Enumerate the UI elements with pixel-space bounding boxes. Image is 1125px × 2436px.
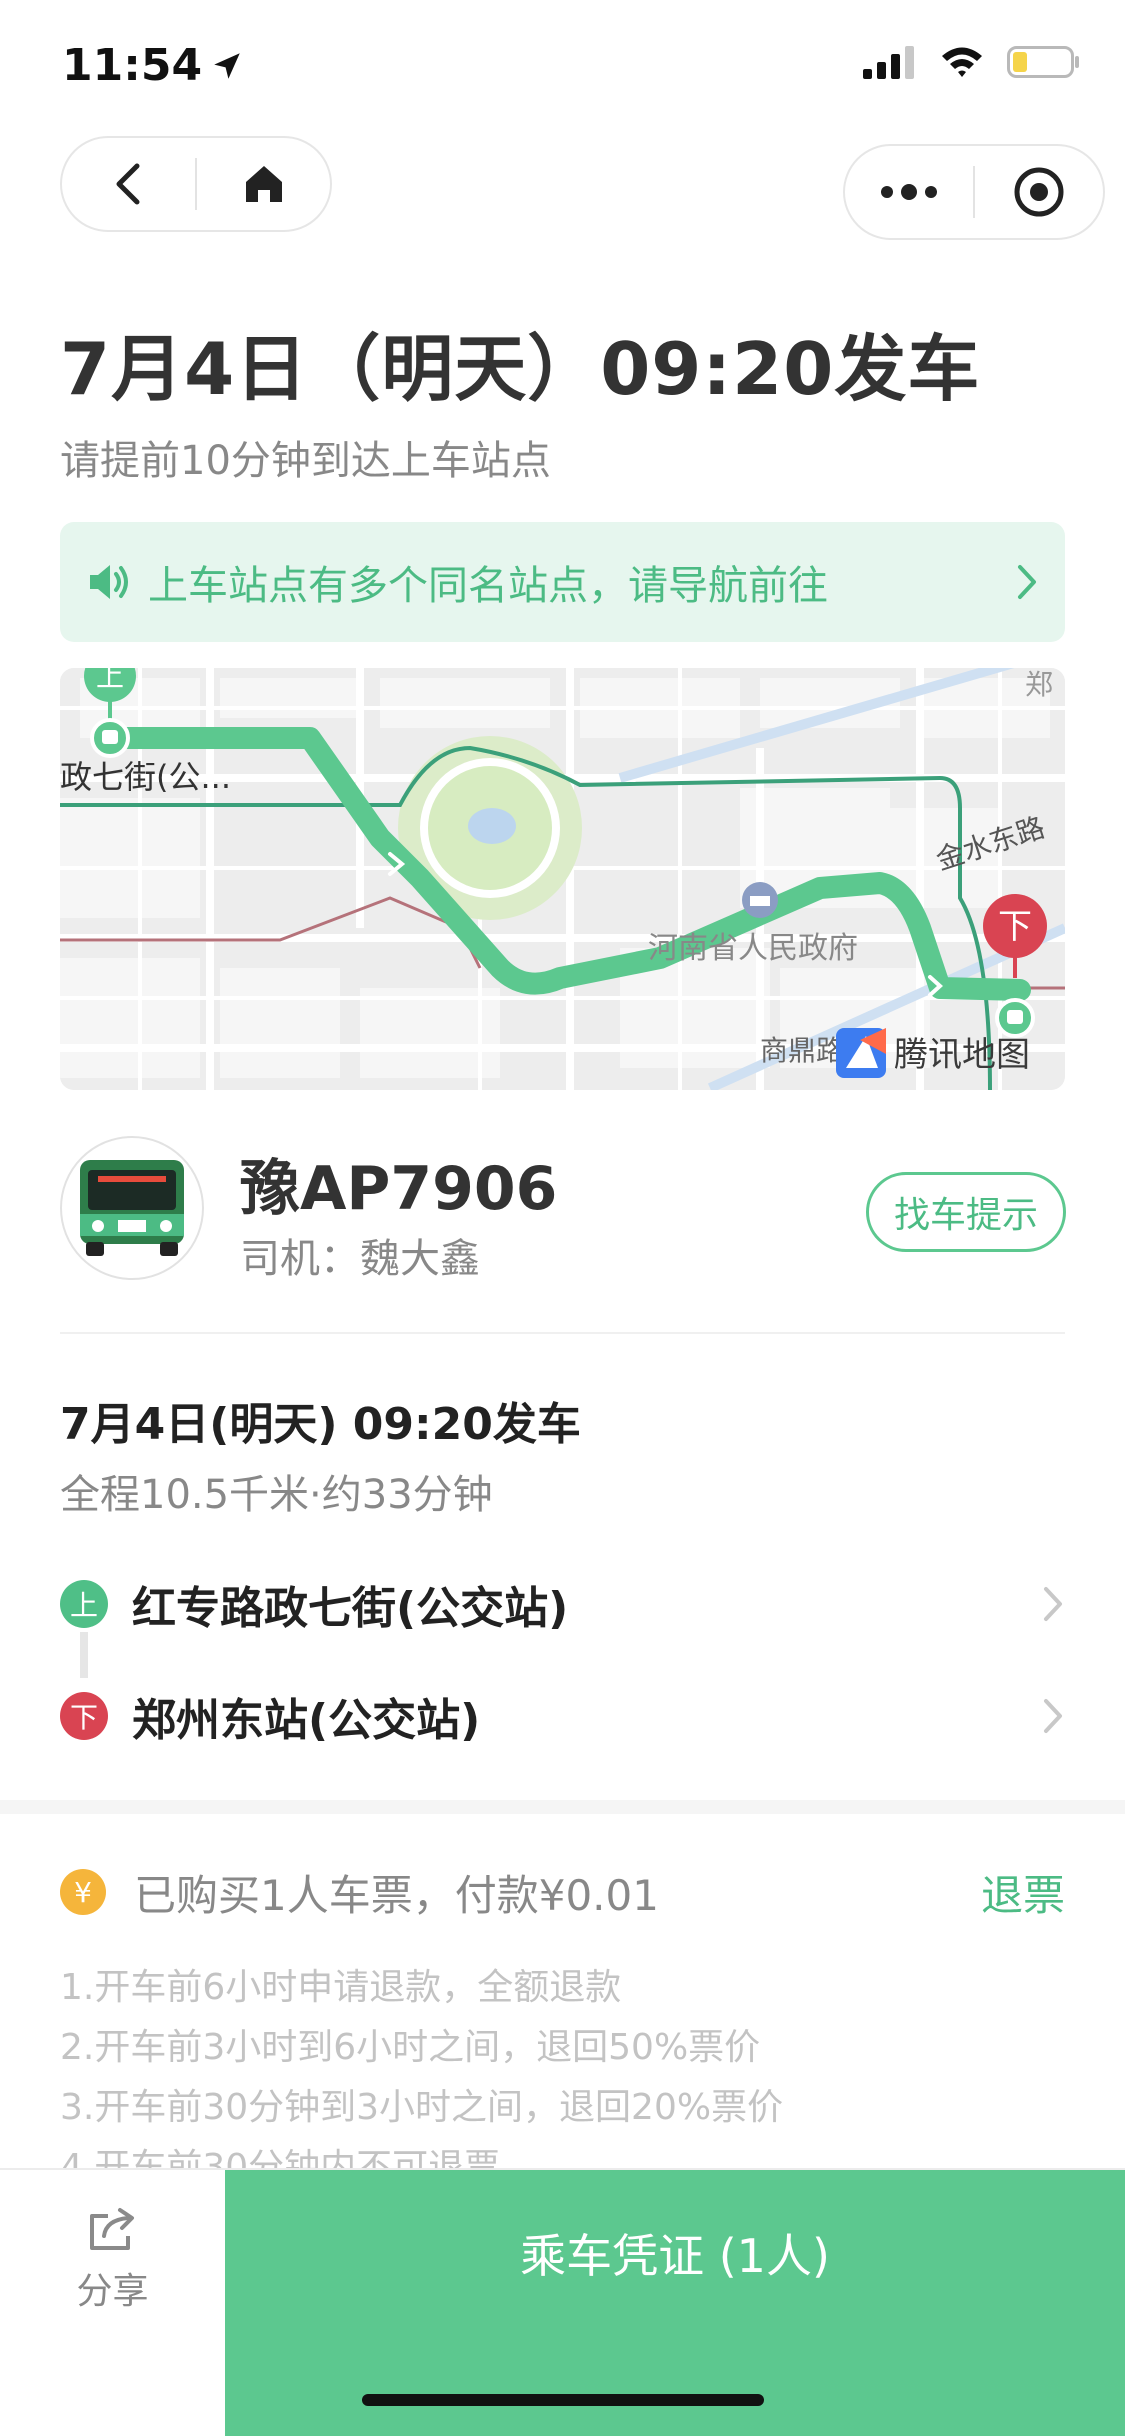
home-indicator [362, 2394, 764, 2406]
boarding-badge: 上 [60, 1580, 108, 1628]
more-button[interactable] [845, 146, 973, 238]
trip-info: 全程10.5千米·约33分钟 [60, 1472, 493, 1518]
chevron-left-icon [116, 163, 139, 205]
refund-rule: 3.开车前30分钟到3小时之间，退回20%票价 [60, 2087, 784, 2128]
bus-avatar [60, 1136, 204, 1280]
home-icon [245, 166, 282, 202]
refund-rule: 1.开车前6小时申请退款，全额退款 [60, 1967, 622, 2008]
map-label-gov: 河南省人民政府 [648, 931, 858, 966]
status-time: 11:54 [62, 40, 244, 91]
route-map-canvas: 政七街(公... 金水东路 河南省人民政府 商鼎路 郑 下 上 腾讯地图 [60, 668, 1065, 1090]
nav-capsule-left [60, 136, 332, 232]
share-button[interactable]: 分享 [0, 2170, 225, 2436]
trip-date: 7月4日(明天) 09:20发车 [60, 1399, 581, 1450]
payment-summary: 已购买1人车票，付款¥0.01 [134, 1870, 659, 1920]
nav-capsule-right [843, 144, 1105, 240]
share-label: 分享 [76, 2271, 149, 2312]
refund-rule: 4.开车前30分钟内不可退票 [60, 2147, 501, 2168]
notice-text: 上车站点有多个同名站点，请导航前往 [148, 563, 828, 609]
signal-icon [863, 46, 914, 79]
stop-connector [80, 1632, 88, 1678]
status-icons [863, 44, 1081, 80]
alighting-stop[interactable]: 下 郑州东站(公交站) [60, 1676, 1065, 1756]
map-label-corner: 郑 [1025, 668, 1053, 701]
bus-icon [80, 1160, 184, 1256]
refund-rules: 1.开车前6小时申请退款，全额退款 2.开车前3小时到6小时之间，退回50%票价… [60, 1958, 1065, 2168]
wifi-icon [942, 47, 982, 77]
more-dots-icon [881, 184, 937, 200]
section-divider [0, 1800, 1125, 1814]
map-off-marker-label: 下 [998, 907, 1032, 947]
home-button[interactable] [197, 138, 330, 230]
alighting-stop-name: 郑州东站(公交站) [132, 1695, 481, 1746]
share-icon [89, 2208, 134, 2250]
location-arrow-icon [214, 52, 240, 79]
boarding-stop-name: 红专路政七街(公交站) [132, 1583, 569, 1634]
alighting-badge: 下 [60, 1692, 108, 1740]
map-on-marker-label: 上 [96, 668, 124, 693]
route-map[interactable]: 政七街(公... 金水东路 河南省人民政府 商鼎路 郑 下 上 腾讯地图 [60, 668, 1065, 1090]
page-title: 7月4日（明天）09:20发车 [60, 327, 981, 411]
license-plate: 豫AP7906 [240, 1154, 558, 1224]
refund-rule: 2.开车前3小时到6小时之间，退回50%票价 [60, 2027, 761, 2068]
payment-row: ¥ 已购买1人车票，付款¥0.01 退票 [60, 1862, 1065, 1922]
close-miniapp-button[interactable] [975, 146, 1103, 238]
driver-name: 司机：魏大鑫 [240, 1236, 480, 1282]
speaker-icon [90, 565, 128, 599]
status-bar: 11:54 [0, 0, 1125, 132]
tencent-map-logo: 腾讯地图 [836, 1028, 1030, 1078]
yen-icon: ¥ [60, 1869, 106, 1915]
navigation-notice[interactable]: 上车站点有多个同名站点，请导航前往 [60, 522, 1065, 642]
page-subtitle: 请提前10分钟到达上车站点 [60, 438, 551, 484]
battery-icon [1007, 46, 1079, 78]
refund-button[interactable]: 退票 [981, 1862, 1065, 1923]
boarding-stop[interactable]: 上 红专路政七街(公交站) [60, 1564, 1065, 1644]
chevron-right-icon [1018, 565, 1036, 599]
target-icon [1014, 167, 1064, 217]
find-vehicle-button[interactable]: 找车提示 [866, 1172, 1066, 1252]
chevron-right-icon [1044, 1699, 1062, 1733]
map-provider: 腾讯地图 [894, 1035, 1030, 1075]
chevron-right-icon [1044, 1587, 1062, 1621]
divider [60, 1332, 1065, 1334]
back-button[interactable] [62, 138, 195, 230]
map-label-stop: 政七街(公... [60, 758, 231, 796]
status-time-text: 11:54 [62, 40, 203, 91]
map-label-shangding: 商鼎路 [760, 1034, 844, 1067]
